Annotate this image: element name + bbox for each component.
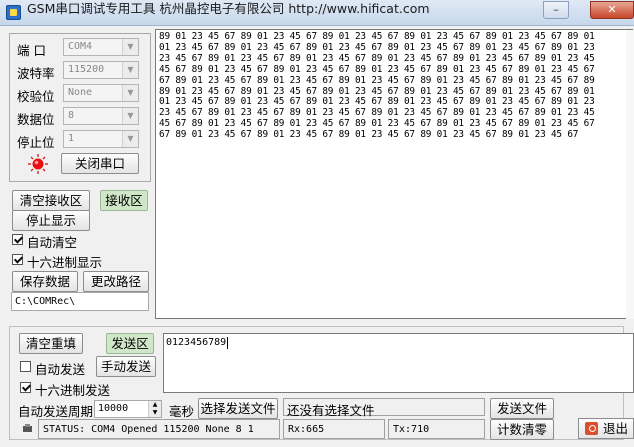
file-status-text: 还没有选择文件: [287, 403, 375, 418]
send-area-button[interactable]: 发送区: [106, 333, 154, 354]
stopbits-row: 停止位 1 ▼: [17, 130, 150, 150]
status-text-field: STATUS: COM4 Opened 115200 None 8 1: [38, 419, 280, 439]
exit-label: 退出: [603, 421, 629, 436]
ms-label: 毫秒: [169, 404, 195, 419]
status-text: STATUS: COM4 Opened 115200 None 8 1: [43, 424, 254, 435]
clear-resend-button[interactable]: 清空重填: [19, 333, 83, 354]
close-window-button[interactable]: ✕: [590, 1, 634, 19]
tx-count-field: Tx:710: [388, 419, 485, 439]
parity-label: 校验位: [17, 89, 55, 104]
close-port-button[interactable]: 关闭串口: [61, 153, 139, 174]
port-select[interactable]: COM4 ▼: [63, 38, 139, 56]
reset-count-button[interactable]: 计数清零: [490, 419, 554, 440]
send-text-value: 0123456789: [166, 337, 227, 348]
port-status-icon: [23, 424, 32, 432]
receive-line: 45 67 89 01 23 45 67 89 01 23 45 67 89 0…: [159, 63, 595, 75]
receive-textarea[interactable]: 89 01 23 45 67 89 01 23 45 67 89 01 23 4…: [155, 29, 633, 319]
tx-count: Tx:710: [393, 424, 430, 435]
chevron-down-icon: ▼: [122, 39, 138, 55]
hex-send-checkbox[interactable]: 十六进制发送: [20, 380, 120, 398]
baud-row: 波特率 115200 ▼: [17, 61, 150, 81]
save-path-value: C:\COMRec\: [15, 296, 76, 307]
send-textarea[interactable]: 0123456789: [163, 333, 634, 393]
checkbox-box[interactable]: [12, 234, 23, 245]
databits-row: 数据位 8 ▼: [17, 107, 150, 127]
period-spinner[interactable]: 10000 ▲ ▼: [94, 400, 162, 418]
checkbox-box[interactable]: [12, 254, 23, 265]
hex-send-label: 十六进制发送: [35, 383, 111, 398]
databits-label: 数据位: [17, 112, 55, 127]
left-panel: 端 口 COM4 ▼ 波特率 115200 ▼ 校验位 None ▼ 数据位 8…: [9, 33, 151, 319]
auto-clear-label: 自动清空: [27, 235, 78, 250]
receive-content: 89 01 23 45 67 89 01 23 45 67 89 01 23 4…: [159, 31, 595, 141]
choose-file-button[interactable]: 选择发送文件: [198, 398, 278, 419]
save-path-field[interactable]: C:\COMRec\: [11, 292, 149, 311]
send-file-button[interactable]: 发送文件: [490, 398, 554, 419]
port-row: 端 口 COM4 ▼: [17, 38, 150, 58]
clear-receive-button[interactable]: 清空接收区: [12, 190, 90, 211]
manual-send-button[interactable]: 手动发送: [96, 356, 156, 377]
red-led-icon: [28, 154, 48, 174]
rx-count: Rx:665: [288, 424, 325, 435]
app-window: GSM串口调试专用工具 杭州晶控电子有限公司 http://www.hifica…: [0, 0, 634, 447]
auto-clear-checkbox[interactable]: 自动清空: [12, 232, 122, 250]
minimize-button[interactable]: –: [543, 1, 569, 19]
exit-button[interactable]: 退出: [578, 418, 634, 439]
auto-send-checkbox[interactable]: 自动发送: [20, 359, 90, 377]
receive-area-button[interactable]: 接收区: [100, 190, 148, 211]
receive-line: 67 89 01 23 45 67 89 01 23 45 67 89 01 2…: [159, 129, 579, 141]
stopbits-label: 停止位: [17, 135, 55, 150]
auto-send-period-label: 自动发送周期: [18, 404, 94, 419]
spin-up-icon[interactable]: ▲: [148, 401, 161, 409]
auto-send-label: 自动发送: [35, 362, 86, 377]
databits-value: 8: [68, 110, 75, 121]
port-label: 端 口: [17, 43, 46, 58]
period-value: 10000: [98, 403, 129, 414]
port-value: COM4: [68, 41, 93, 52]
port-settings-group: 端 口 COM4 ▼ 波特率 115200 ▼ 校验位 None ▼ 数据位 8…: [9, 33, 151, 182]
stop-display-button[interactable]: 停止显示: [12, 210, 90, 231]
checkbox-box[interactable]: [20, 382, 31, 393]
hex-display-label: 十六进制显示: [27, 255, 103, 270]
app-icon: [6, 5, 21, 20]
parity-value: None: [68, 87, 93, 98]
spin-down-icon[interactable]: ▼: [148, 409, 161, 417]
databits-select[interactable]: 8 ▼: [63, 107, 139, 125]
receive-line: 67 89 01 23 45 67 89 01 23 45 67 89 01 2…: [159, 74, 595, 86]
file-status-field: 还没有选择文件: [283, 398, 485, 418]
save-data-button[interactable]: 保存数据: [12, 271, 78, 292]
baud-label: 波特率: [17, 66, 55, 81]
parity-row: 校验位 None ▼: [17, 84, 150, 104]
title-bar: GSM串口调试专用工具 杭州晶控电子有限公司 http://www.hifica…: [0, 0, 634, 26]
stopbits-value: 1: [68, 133, 75, 144]
receive-scrollbar[interactable]: [626, 30, 634, 319]
baud-value: 115200: [68, 64, 105, 75]
text-caret: [227, 337, 228, 349]
window-title: GSM串口调试专用工具 杭州晶控电子有限公司 http://www.hifica…: [27, 1, 430, 16]
hex-display-checkbox[interactable]: 十六进制显示: [12, 252, 142, 270]
change-path-button[interactable]: 更改路径: [83, 271, 149, 292]
baud-select[interactable]: 115200 ▼: [63, 61, 139, 79]
exit-icon: [585, 422, 598, 435]
chevron-down-icon: ▼: [122, 62, 138, 78]
parity-select[interactable]: None ▼: [63, 84, 139, 102]
checkbox-box[interactable]: [20, 361, 31, 372]
chevron-down-icon: ▼: [122, 131, 138, 147]
chevron-down-icon: ▼: [122, 108, 138, 124]
chevron-down-icon: ▼: [122, 85, 138, 101]
stopbits-select[interactable]: 1 ▼: [63, 130, 139, 148]
rx-count-field: Rx:665: [283, 419, 385, 439]
